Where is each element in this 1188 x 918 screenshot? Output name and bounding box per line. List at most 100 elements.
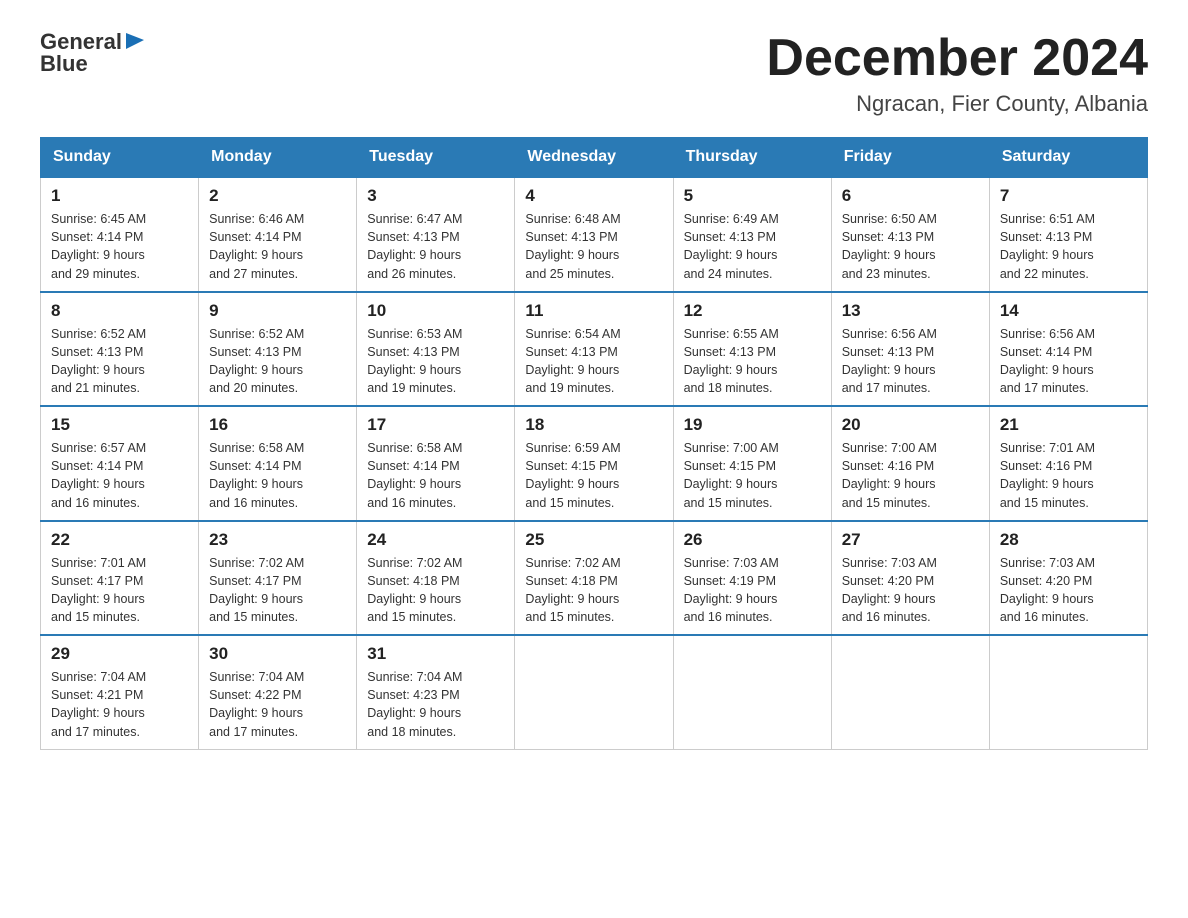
day-number-9: 9 — [209, 301, 346, 321]
header-friday: Friday — [831, 138, 989, 178]
day-info-11: Sunrise: 6:54 AMSunset: 4:13 PMDaylight:… — [525, 325, 662, 398]
day-cell-2: 2 Sunrise: 6:46 AMSunset: 4:14 PMDaylight… — [199, 177, 357, 292]
day-cell-21: 21 Sunrise: 7:01 AMSunset: 4:16 PMDayligh… — [989, 406, 1147, 521]
week-row-4: 22Sunrise: 7:01 AMSunset: 4:17 PMDayligh… — [41, 521, 1148, 636]
day-number-3: 3 — [367, 186, 504, 206]
day-info-7: Sunrise: 6:51 AMSunset: 4:13 PMDaylight:… — [1000, 210, 1137, 283]
logo: General Blue — [40, 30, 146, 76]
day-number-11: 11 — [525, 301, 662, 321]
calendar-table: SundayMondayTuesdayWednesdayThursdayFrid… — [40, 137, 1148, 750]
day-cell-13: 13 Sunrise: 6:56 AMSunset: 4:13 PMDayligh… — [831, 292, 989, 407]
day-cell-1: 1Sunrise: 6:45 AMSunset: 4:14 PMDaylight… — [41, 177, 199, 292]
day-info-5: Sunrise: 6:49 AMSunset: 4:13 PMDaylight:… — [684, 210, 821, 283]
day-number-4: 4 — [525, 186, 662, 206]
empty-cell — [989, 635, 1147, 749]
day-cell-28: 28 Sunrise: 7:03 AMSunset: 4:20 PMDayligh… — [989, 521, 1147, 636]
week-row-2: 8Sunrise: 6:52 AMSunset: 4:13 PMDaylight… — [41, 292, 1148, 407]
day-cell-26: 26Sunrise: 7:03 AMSunset: 4:19 PMDayligh… — [673, 521, 831, 636]
day-cell-14: 14Sunrise: 6:56 AMSunset: 4:14 PMDayligh… — [989, 292, 1147, 407]
week-row-5: 29 Sunrise: 7:04 AMSunset: 4:21 PMDayligh… — [41, 635, 1148, 749]
day-info-14: Sunrise: 6:56 AMSunset: 4:14 PMDaylight:… — [1000, 325, 1137, 398]
header-tuesday: Tuesday — [357, 138, 515, 178]
day-info-4: Sunrise: 6:48 AMSunset: 4:13 PMDaylight:… — [525, 210, 662, 283]
day-info-17: Sunrise: 6:58 AMSunset: 4:14 PMDaylight:… — [367, 439, 504, 512]
day-cell-11: 11 Sunrise: 6:54 AMSunset: 4:13 PMDayligh… — [515, 292, 673, 407]
day-info-29: Sunrise: 7:04 AMSunset: 4:21 PMDaylight:… — [51, 668, 188, 741]
day-info-16: Sunrise: 6:58 AMSunset: 4:14 PMDaylight:… — [209, 439, 346, 512]
day-number-21: 21 — [1000, 415, 1137, 435]
day-info-15: Sunrise: 6:57 AMSunset: 4:14 PMDaylight:… — [51, 439, 188, 512]
calendar-title: December 2024 — [766, 30, 1148, 87]
day-cell-24: 24Sunrise: 7:02 AMSunset: 4:18 PMDayligh… — [357, 521, 515, 636]
day-cell-4: 4 Sunrise: 6:48 AMSunset: 4:13 PMDaylight… — [515, 177, 673, 292]
day-cell-9: 9 Sunrise: 6:52 AMSunset: 4:13 PMDaylight… — [199, 292, 357, 407]
empty-cell — [831, 635, 989, 749]
day-cell-5: 5 Sunrise: 6:49 AMSunset: 4:13 PMDaylight… — [673, 177, 831, 292]
page-header: General Blue December 2024 Ngracan, Fier… — [40, 30, 1148, 117]
day-info-2: Sunrise: 6:46 AMSunset: 4:14 PMDaylight:… — [209, 210, 346, 283]
day-cell-6: 6 Sunrise: 6:50 AMSunset: 4:13 PMDaylight… — [831, 177, 989, 292]
day-info-24: Sunrise: 7:02 AMSunset: 4:18 PMDaylight:… — [367, 554, 504, 627]
day-info-28: Sunrise: 7:03 AMSunset: 4:20 PMDaylight:… — [1000, 554, 1137, 627]
day-number-10: 10 — [367, 301, 504, 321]
day-number-18: 18 — [525, 415, 662, 435]
day-info-1: Sunrise: 6:45 AMSunset: 4:14 PMDaylight:… — [51, 210, 188, 283]
day-cell-7: 7 Sunrise: 6:51 AMSunset: 4:13 PMDaylight… — [989, 177, 1147, 292]
logo-text: General Blue — [40, 30, 146, 76]
day-cell-16: 16 Sunrise: 6:58 AMSunset: 4:14 PMDayligh… — [199, 406, 357, 521]
day-info-3: Sunrise: 6:47 AMSunset: 4:13 PMDaylight:… — [367, 210, 504, 283]
day-number-2: 2 — [209, 186, 346, 206]
day-number-7: 7 — [1000, 186, 1137, 206]
day-number-31: 31 — [367, 644, 504, 664]
day-info-20: Sunrise: 7:00 AMSunset: 4:16 PMDaylight:… — [842, 439, 979, 512]
day-info-12: Sunrise: 6:55 AMSunset: 4:13 PMDaylight:… — [684, 325, 821, 398]
calendar-subtitle: Ngracan, Fier County, Albania — [766, 91, 1148, 117]
title-block: December 2024 Ngracan, Fier County, Alba… — [766, 30, 1148, 117]
day-info-8: Sunrise: 6:52 AMSunset: 4:13 PMDaylight:… — [51, 325, 188, 398]
day-number-28: 28 — [1000, 530, 1137, 550]
day-number-13: 13 — [842, 301, 979, 321]
day-info-18: Sunrise: 6:59 AMSunset: 4:15 PMDaylight:… — [525, 439, 662, 512]
header-thursday: Thursday — [673, 138, 831, 178]
header-wednesday: Wednesday — [515, 138, 673, 178]
day-number-23: 23 — [209, 530, 346, 550]
day-info-13: Sunrise: 6:56 AMSunset: 4:13 PMDaylight:… — [842, 325, 979, 398]
logo-triangle-icon — [124, 29, 146, 51]
day-cell-15: 15 Sunrise: 6:57 AMSunset: 4:14 PMDayligh… — [41, 406, 199, 521]
day-info-6: Sunrise: 6:50 AMSunset: 4:13 PMDaylight:… — [842, 210, 979, 283]
day-cell-10: 10 Sunrise: 6:53 AMSunset: 4:13 PMDayligh… — [357, 292, 515, 407]
week-row-3: 15 Sunrise: 6:57 AMSunset: 4:14 PMDayligh… — [41, 406, 1148, 521]
day-cell-30: 30 Sunrise: 7:04 AMSunset: 4:22 PMDayligh… — [199, 635, 357, 749]
day-cell-3: 3 Sunrise: 6:47 AMSunset: 4:13 PMDaylight… — [357, 177, 515, 292]
day-cell-25: 25 Sunrise: 7:02 AMSunset: 4:18 PMDayligh… — [515, 521, 673, 636]
day-cell-19: 19Sunrise: 7:00 AMSunset: 4:15 PMDayligh… — [673, 406, 831, 521]
header-sunday: Sunday — [41, 138, 199, 178]
day-info-25: Sunrise: 7:02 AMSunset: 4:18 PMDaylight:… — [525, 554, 662, 627]
day-cell-31: 31 Sunrise: 7:04 AMSunset: 4:23 PMDayligh… — [357, 635, 515, 749]
day-number-17: 17 — [367, 415, 504, 435]
day-info-31: Sunrise: 7:04 AMSunset: 4:23 PMDaylight:… — [367, 668, 504, 741]
day-number-15: 15 — [51, 415, 188, 435]
empty-cell — [515, 635, 673, 749]
day-info-22: Sunrise: 7:01 AMSunset: 4:17 PMDaylight:… — [51, 554, 188, 627]
day-number-29: 29 — [51, 644, 188, 664]
day-cell-12: 12 Sunrise: 6:55 AMSunset: 4:13 PMDayligh… — [673, 292, 831, 407]
day-number-26: 26 — [684, 530, 821, 550]
day-info-19: Sunrise: 7:00 AMSunset: 4:15 PMDaylight:… — [684, 439, 821, 512]
header-saturday: Saturday — [989, 138, 1147, 178]
day-number-5: 5 — [684, 186, 821, 206]
day-info-10: Sunrise: 6:53 AMSunset: 4:13 PMDaylight:… — [367, 325, 504, 398]
day-number-12: 12 — [684, 301, 821, 321]
day-number-25: 25 — [525, 530, 662, 550]
day-number-30: 30 — [209, 644, 346, 664]
day-info-30: Sunrise: 7:04 AMSunset: 4:22 PMDaylight:… — [209, 668, 346, 741]
day-number-6: 6 — [842, 186, 979, 206]
day-cell-29: 29 Sunrise: 7:04 AMSunset: 4:21 PMDayligh… — [41, 635, 199, 749]
day-info-21: Sunrise: 7:01 AMSunset: 4:16 PMDaylight:… — [1000, 439, 1137, 512]
day-cell-23: 23Sunrise: 7:02 AMSunset: 4:17 PMDayligh… — [199, 521, 357, 636]
day-number-16: 16 — [209, 415, 346, 435]
day-info-9: Sunrise: 6:52 AMSunset: 4:13 PMDaylight:… — [209, 325, 346, 398]
empty-cell — [673, 635, 831, 749]
day-number-20: 20 — [842, 415, 979, 435]
day-cell-27: 27Sunrise: 7:03 AMSunset: 4:20 PMDayligh… — [831, 521, 989, 636]
